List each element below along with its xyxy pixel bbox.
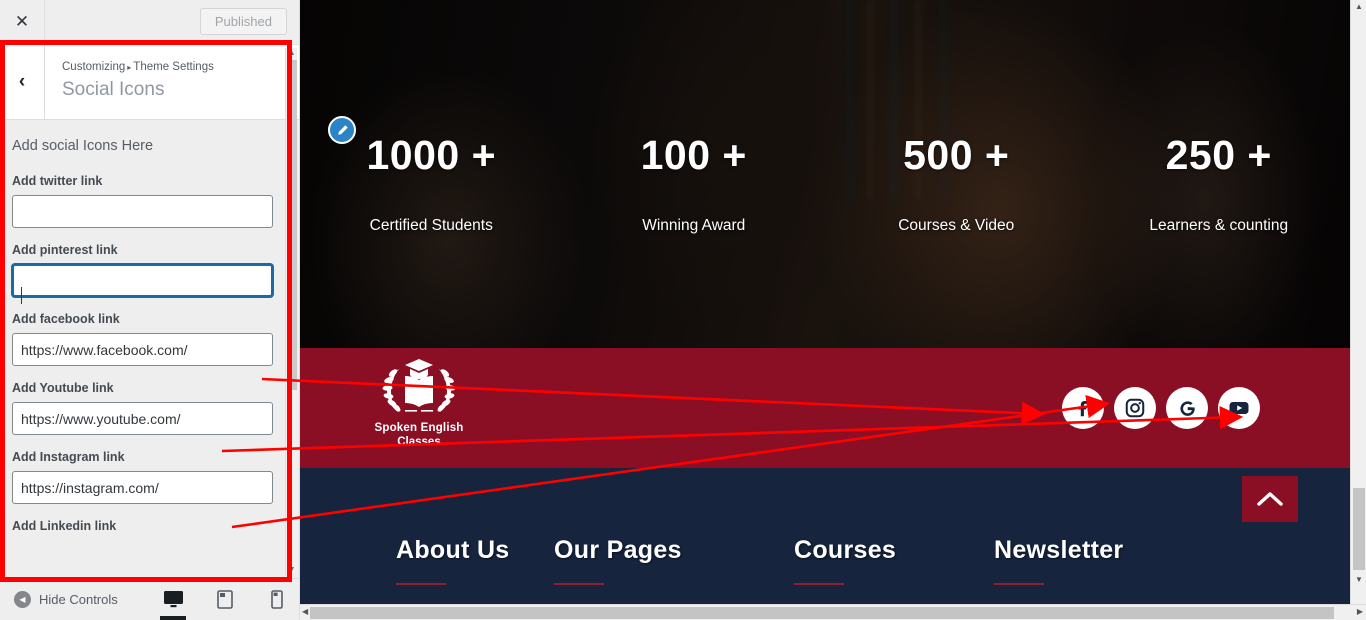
customizer-controls: Add social Icons Here Add twitter link A… [0,120,299,533]
customizer-sidebar: ✕ Published ‹ Customizing ▸ Theme Settings… [0,0,300,620]
label-youtube: Add Youtube link [12,381,114,395]
back-to-top-button[interactable] [1242,476,1298,522]
stat-label: Courses & Video [898,216,1015,234]
control-group-title: Add social Icons Here [12,138,154,154]
label-instagram: Add Instagram link [12,450,125,464]
stat-item: 100 + Winning Award [563,132,826,235]
pinterest-link-input[interactable] [12,264,273,297]
customizer-topbar: ✕ Published [0,0,299,45]
tablet-icon[interactable] [210,578,240,620]
scroll-down-icon[interactable]: ▼ [286,564,298,576]
field-youtube: Add Youtube link [12,381,287,435]
brand-line-2: Classes [397,436,441,448]
twitter-link-input[interactable] [12,195,273,228]
text-cursor [21,287,22,304]
scroll-left-icon[interactable]: ◀ [302,607,308,616]
label-twitter: Add twitter link [12,174,103,188]
customizer-section-header: ‹ Customizing ▸ Theme Settings Social Icon… [0,45,299,120]
sidebar-scrollbar-thumb[interactable] [287,60,297,390]
preview-vertical-scrollbar-thumb[interactable] [1353,488,1365,570]
label-facebook: Add facebook link [12,312,120,326]
chevron-up-icon [1257,492,1283,506]
stat-label: Certified Students [369,216,493,234]
stat-label: Learners & counting [1149,216,1289,234]
publish-button[interactable]: Published [199,8,287,35]
stat-label: Winning Award [642,216,746,234]
title-underline [554,583,604,585]
hide-controls-label: Hide Controls [39,592,118,607]
mobile-icon[interactable] [262,578,292,620]
label-linkedin: Add Linkedin link [12,519,117,533]
hero-stats-section: 1000 + Certified Students 100 + Winning … [300,0,1350,348]
title-underline [994,583,1044,585]
field-twitter: Add twitter link [12,174,287,228]
hide-controls-button[interactable]: ◀ Hide Controls [0,591,118,608]
breadcrumb-parent[interactable]: Theme Settings [133,61,214,73]
close-icon[interactable]: ✕ [0,0,45,45]
page-title: Social Icons [62,79,165,100]
desktop-icon[interactable] [158,578,188,620]
breadcrumb-root[interactable]: Customizing [62,61,125,73]
field-facebook: Add facebook link [12,312,287,366]
facebook-link-input[interactable] [12,333,273,366]
title-underline [794,583,844,585]
graduation-book-laurel-logo [364,356,474,422]
footer-column-title: About Us [396,536,510,564]
instagram-icon[interactable] [1114,387,1156,429]
footer-column-courses: Courses [780,536,980,585]
scroll-up-icon[interactable]: ▲ [1351,2,1366,11]
breadcrumb: Customizing ▸ Theme Settings [62,59,214,76]
stat-number: 250 + [1165,131,1272,178]
scroll-up-icon[interactable]: ▲ [286,48,298,60]
sidebar-scrollbar[interactable]: ▲ ▼ [285,48,297,576]
field-instagram: Add Instagram link [12,450,287,504]
social-icons-row [1062,387,1260,429]
field-pinterest: Add pinterest link [12,243,287,297]
stat-item: 1000 + Certified Students [300,132,563,235]
chevron-left-icon[interactable]: ‹ [0,45,45,119]
footer-column-about: About Us [300,536,540,585]
instagram-link-input[interactable] [12,471,273,504]
customizer-footer: ◀ Hide Controls [0,578,299,620]
footer-column-title: Courses [794,536,897,564]
brand-line-1: Spoken English [374,422,464,434]
facebook-icon[interactable] [1062,387,1104,429]
youtube-link-input[interactable] [12,402,273,435]
site-logo[interactable]: Spoken English Classes [364,356,474,448]
preview-vertical-scrollbar[interactable]: ▲ ▼ [1350,0,1366,604]
preview-horizontal-scrollbar[interactable]: ◀ ▶ [300,604,1366,620]
label-pinterest: Add pinterest link [12,243,118,257]
title-underline [396,583,446,585]
pencil-edit-icon[interactable] [328,116,356,144]
stats-row: 1000 + Certified Students 100 + Winning … [300,0,1350,348]
stat-item: 250 + Learners & counting [1088,132,1351,235]
device-preview-switcher [158,578,292,620]
preview-horizontal-scrollbar-thumb[interactable] [310,607,1334,619]
footer-column-pages: Our Pages [540,536,780,585]
stat-number: 500 + [903,131,1010,178]
stat-number: 100 + [640,131,747,178]
footer-column-title: Our Pages [554,536,682,564]
field-linkedin: Add Linkedin link [12,519,287,533]
footer-column-newsletter: Newsletter [980,536,1240,585]
site-footer: About Us Our Pages Courses Newsletter [300,468,1350,604]
scroll-down-icon[interactable]: ▼ [1351,575,1366,584]
footer-column-title: Newsletter [994,536,1124,564]
chevron-left-circle-icon: ◀ [14,591,31,608]
scroll-right-icon[interactable]: ▶ [1357,607,1363,616]
footer-brand-bar: Spoken English Classes [300,348,1350,468]
theme-preview-frame: 1000 + Certified Students 100 + Winning … [300,0,1350,604]
stat-item: 500 + Courses & Video [825,132,1088,235]
footer-columns: About Us Our Pages Courses Newsletter [300,468,1350,585]
youtube-icon[interactable] [1218,387,1260,429]
google-icon[interactable] [1166,387,1208,429]
